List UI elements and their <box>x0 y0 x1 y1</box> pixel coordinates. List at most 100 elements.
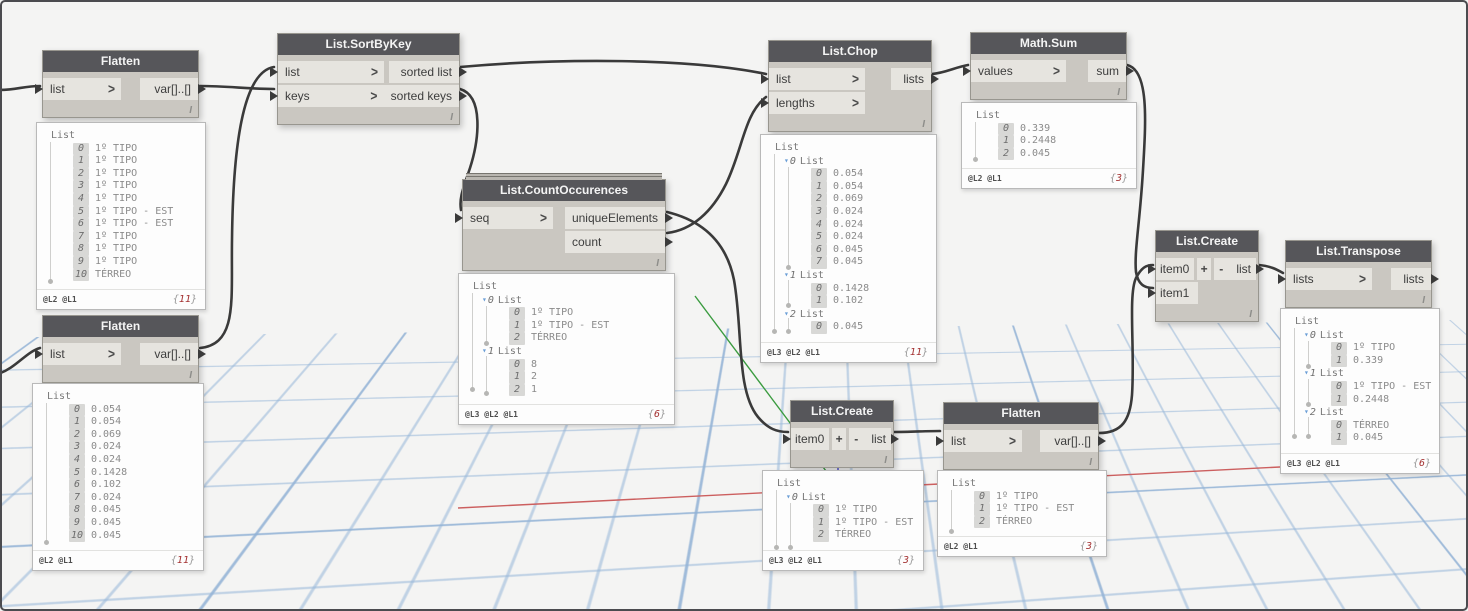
node-title[interactable]: Flatten <box>43 316 198 337</box>
remove-input-button[interactable]: - <box>1214 258 1229 280</box>
output-port-lists[interactable]: lists <box>891 68 939 90</box>
preview-bubble-flatten-top[interactable]: List 0 1º TIPO 1 1º TIPO 2 1º TIPO 3 1º TIPO… <box>36 122 206 311</box>
wire-flattenmid-to-item0[interactable] <box>1097 263 1155 435</box>
lacing-indicator[interactable]: I <box>922 119 925 130</box>
chevron-right-icon: > <box>370 63 378 81</box>
tree-guide <box>786 318 791 334</box>
wire-into-flatten-top[interactable] <box>0 84 42 92</box>
output-port-sorted-keys[interactable]: sorted keys <box>383 85 467 107</box>
lacing-indicator[interactable]: I <box>189 105 192 116</box>
input-port-list[interactable]: list > <box>270 61 384 83</box>
input-port-lengths[interactable]: lengths > <box>761 92 865 114</box>
preview-bubble-transpose[interactable]: List ▾0 List 0 1º TIPO 1 0.339 ▾1 List 0 1º T… <box>1280 308 1440 474</box>
node-title[interactable]: List.Transpose <box>1286 241 1431 262</box>
index-badge: 2 <box>974 515 990 529</box>
index-badge: 0 <box>998 122 1014 136</box>
lacing-indicator[interactable]: I <box>1249 309 1252 320</box>
output-port-list[interactable]: list <box>863 428 899 450</box>
wire-into-flatten-bottom[interactable] <box>0 346 42 375</box>
lacing-indicator[interactable]: I <box>884 455 887 466</box>
expand-arrow-icon[interactable]: ▾ <box>784 270 789 279</box>
node-title[interactable]: Flatten <box>944 403 1098 424</box>
expand-arrow-icon[interactable]: ▾ <box>482 346 487 355</box>
node-flatten-bottom[interactable]: Flatten list > var[]..[] I <box>35 315 206 383</box>
tree-guide <box>48 142 53 284</box>
output-port-var[interactable]: var[]..[] <box>140 343 206 365</box>
output-port-count[interactable]: count <box>565 231 673 253</box>
node-title[interactable]: List.Create <box>1156 231 1258 252</box>
lacing-indicator[interactable]: I <box>1117 87 1120 98</box>
expand-arrow-icon[interactable]: ▾ <box>786 492 791 501</box>
wire-flattentop-to-keys[interactable] <box>198 84 276 91</box>
node-title[interactable]: List.SortByKey <box>278 34 459 55</box>
lacing-indicator[interactable]: I <box>1089 457 1092 468</box>
wire-flattenbottom-to-list[interactable] <box>198 65 276 350</box>
add-input-button[interactable]: + <box>1197 258 1212 280</box>
node-title[interactable]: Flatten <box>43 51 198 72</box>
tree-guide <box>1306 379 1311 407</box>
node-title[interactable]: List.CountOccurences <box>463 180 665 201</box>
index-badge: 7 <box>73 230 89 244</box>
lacing-indicator[interactable]: I <box>450 112 453 123</box>
input-port-list[interactable]: list > <box>35 78 121 100</box>
output-port-sum[interactable]: sum <box>1088 60 1134 82</box>
node-title[interactable]: Math.Sum <box>971 33 1126 54</box>
input-port-list[interactable]: list > <box>761 68 865 90</box>
port-connector-icon <box>761 98 769 108</box>
expand-arrow-icon[interactable]: ▾ <box>482 295 487 304</box>
input-port-lists[interactable]: lists > <box>1278 268 1372 290</box>
node-flatten-top[interactable]: Flatten list > var[]..[] I <box>35 50 206 118</box>
input-port-item0[interactable]: item0 <box>783 428 830 450</box>
preview-bubble-flatten-mid[interactable]: List 0 1º TIPO 1 1º TIPO - EST 2 TÉRREO @L2… <box>937 470 1107 558</box>
dynamo-canvas[interactable]: Flatten list > var[]..[] I List 0 1º TIPO… <box>0 0 1468 611</box>
output-port-lists[interactable]: lists <box>1391 268 1439 290</box>
node-list-create-right[interactable]: List.Create item0 + - list item1 I <box>1148 230 1264 322</box>
wire-sortedlist-to-chop[interactable] <box>458 59 768 76</box>
preview-bubble-chop[interactable]: List ▾0 List 0 0.054 1 0.054 2 0.069 3 0.024 … <box>760 134 937 363</box>
input-port-values[interactable]: values > <box>963 60 1066 82</box>
input-port-item0[interactable]: item0 <box>1148 258 1195 280</box>
lacing-indicator[interactable]: I <box>1422 295 1425 306</box>
lacing-indicator[interactable]: I <box>656 258 659 269</box>
chevron-right-icon: > <box>1358 270 1366 288</box>
item-count: {11} <box>170 555 195 567</box>
preview-bubble-create-bottom[interactable]: List ▾0 List 0 1º TIPO 1 1º TIPO - EST 2 TÉR… <box>762 470 924 571</box>
preview-bubble-mathsum[interactable]: List 0 0.339 1 0.2448 2 0.045 @L2 @L1 {3} <box>961 102 1137 190</box>
item-count: {11} <box>172 294 197 306</box>
expand-arrow-icon[interactable]: ▾ <box>1304 330 1309 339</box>
input-port-item1[interactable]: item1 <box>1148 282 1198 304</box>
expand-arrow-icon[interactable]: ▾ <box>1304 407 1309 416</box>
node-list-countoccurences[interactable]: List.CountOccurences seq > uniqueElement… <box>455 173 673 271</box>
node-math-sum[interactable]: Math.Sum values > sum I <box>963 32 1134 100</box>
lacing-indicator[interactable]: I <box>189 370 192 381</box>
node-flatten-mid[interactable]: Flatten list > var[]..[] I <box>936 402 1106 470</box>
chevron-right-icon: > <box>370 87 378 105</box>
index-badge: 9 <box>69 516 85 530</box>
output-port-uniqueelements[interactable]: uniqueElements <box>565 207 673 229</box>
input-port-keys[interactable]: keys > <box>270 85 384 107</box>
input-port-seq[interactable]: seq > <box>455 207 553 229</box>
node-title[interactable]: List.Chop <box>769 41 931 62</box>
input-port-list[interactable]: list > <box>35 343 121 365</box>
index-badge: 6 <box>73 218 89 231</box>
node-list-sortbykey[interactable]: List.SortByKey list > sorted list keys > <box>270 33 467 125</box>
output-port-list[interactable]: list <box>1228 258 1264 280</box>
output-port-var[interactable]: var[]..[] <box>140 78 206 100</box>
output-port-var[interactable]: var[]..[] <box>1040 430 1106 452</box>
add-input-button[interactable]: + <box>832 428 847 450</box>
wire-create-to-flattenmid[interactable] <box>892 429 942 434</box>
output-port-sorted-list[interactable]: sorted list <box>389 61 467 83</box>
expand-arrow-icon[interactable]: ▾ <box>784 156 789 165</box>
node-list-create-bottom[interactable]: List.Create item0 + - list I <box>783 400 899 468</box>
node-title[interactable]: List.Create <box>791 401 893 422</box>
expand-arrow-icon[interactable]: ▾ <box>1304 368 1309 377</box>
node-list-transpose[interactable]: List.Transpose lists > lists I <box>1278 240 1439 308</box>
wire-count-to-lengths[interactable] <box>665 95 768 235</box>
input-port-list[interactable]: list > <box>936 430 1022 452</box>
preview-bubble-countoccurences[interactable]: List ▾0 List 0 1º TIPO 1 1º TIPO - EST 2 TÉR… <box>458 273 675 426</box>
remove-input-button[interactable]: - <box>849 428 864 450</box>
node-list-chop[interactable]: List.Chop list > lists lengths > I <box>761 40 939 132</box>
port-connector-icon <box>459 67 467 77</box>
expand-arrow-icon[interactable]: ▾ <box>784 309 789 318</box>
preview-bubble-flatten-bottom[interactable]: List 0 0.054 1 0.054 2 0.069 3 0.024 4 0.024 … <box>32 383 204 572</box>
